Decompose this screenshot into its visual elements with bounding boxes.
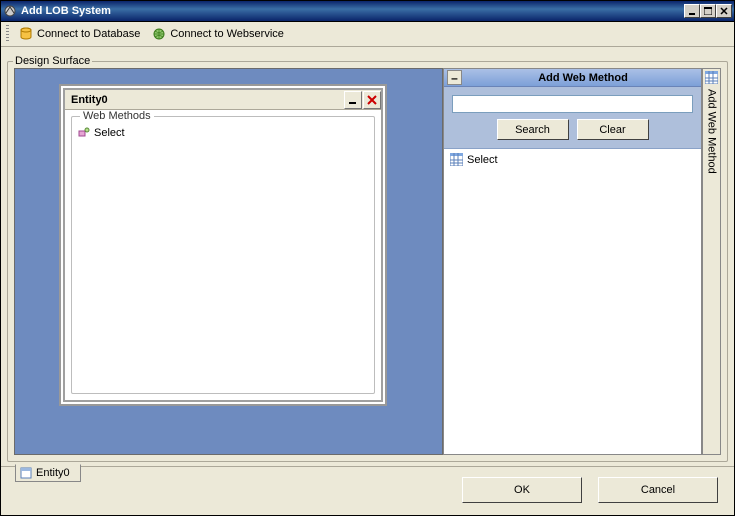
tab-label: Entity0 <box>36 467 70 479</box>
entity-minimize-button[interactable] <box>344 91 362 109</box>
search-input[interactable] <box>452 95 693 113</box>
minimize-button[interactable] <box>684 4 700 18</box>
entity-titlebar[interactable]: Entity0 <box>65 90 381 110</box>
right-panel-titlebar[interactable]: – Add Web Method <box>444 69 701 87</box>
design-surface[interactable]: Entity0 Web Methods <box>14 68 443 455</box>
entity-body: Web Methods Select <box>65 110 381 400</box>
method-icon <box>78 127 90 139</box>
results-list[interactable]: Select <box>444 149 701 454</box>
ok-button[interactable]: OK <box>462 477 582 503</box>
main-split: Entity0 Web Methods <box>7 61 728 462</box>
right-panel-title: Add Web Method <box>465 72 701 84</box>
entity-title: Entity0 <box>71 94 343 106</box>
app-icon <box>3 4 17 18</box>
collapse-button[interactable]: – <box>447 70 462 85</box>
result-item-label: Select <box>467 154 498 166</box>
titlebar[interactable]: Add LOB System <box>1 1 734 22</box>
search-button[interactable]: Search <box>497 119 569 140</box>
table-icon <box>705 71 719 85</box>
dialog-window: Add LOB System Connect to Database Conne… <box>0 0 735 516</box>
entity-close-button[interactable] <box>363 91 381 109</box>
connect-webservice-button[interactable]: Connect to Webservice <box>148 25 288 43</box>
cancel-button[interactable]: Cancel <box>598 477 718 503</box>
design-surface-label: Design Surface <box>13 55 92 67</box>
web-methods-label: Web Methods <box>80 110 154 122</box>
connect-webservice-label: Connect to Webservice <box>170 28 284 40</box>
toolbar: Connect to Database Connect to Webservic… <box>1 22 734 47</box>
webservice-icon <box>152 27 166 41</box>
table-icon <box>450 153 463 166</box>
tab-entity0[interactable]: Entity0 <box>15 464 81 482</box>
search-bar: Search Clear <box>444 87 701 149</box>
result-item[interactable]: Select <box>444 152 701 167</box>
connect-database-button[interactable]: Connect to Database <box>15 25 144 43</box>
maximize-button[interactable] <box>700 4 716 18</box>
right-panel: – Add Web Method Search Clear <box>443 68 721 455</box>
connect-database-label: Connect to Database <box>37 28 140 40</box>
dialog-buttons: OK Cancel <box>1 466 734 515</box>
database-icon <box>19 27 33 41</box>
content-area: Design Surface Entity0 <box>1 47 734 466</box>
entity-window[interactable]: Entity0 Web Methods <box>59 84 387 406</box>
toolbar-grip[interactable] <box>6 25 9 43</box>
web-method-item-label: Select <box>94 127 125 139</box>
entity-tab-icon <box>20 467 32 479</box>
web-methods-group: Web Methods Select <box>71 116 375 394</box>
window-title: Add LOB System <box>21 5 684 17</box>
side-tab-add-web-method[interactable]: Add Web Method <box>702 68 721 455</box>
entity-tabs: Entity0 <box>15 458 81 482</box>
close-button[interactable] <box>716 4 732 18</box>
web-method-item[interactable]: Select <box>72 125 374 141</box>
clear-button[interactable]: Clear <box>577 119 649 140</box>
side-tab-label: Add Web Method <box>706 89 718 174</box>
